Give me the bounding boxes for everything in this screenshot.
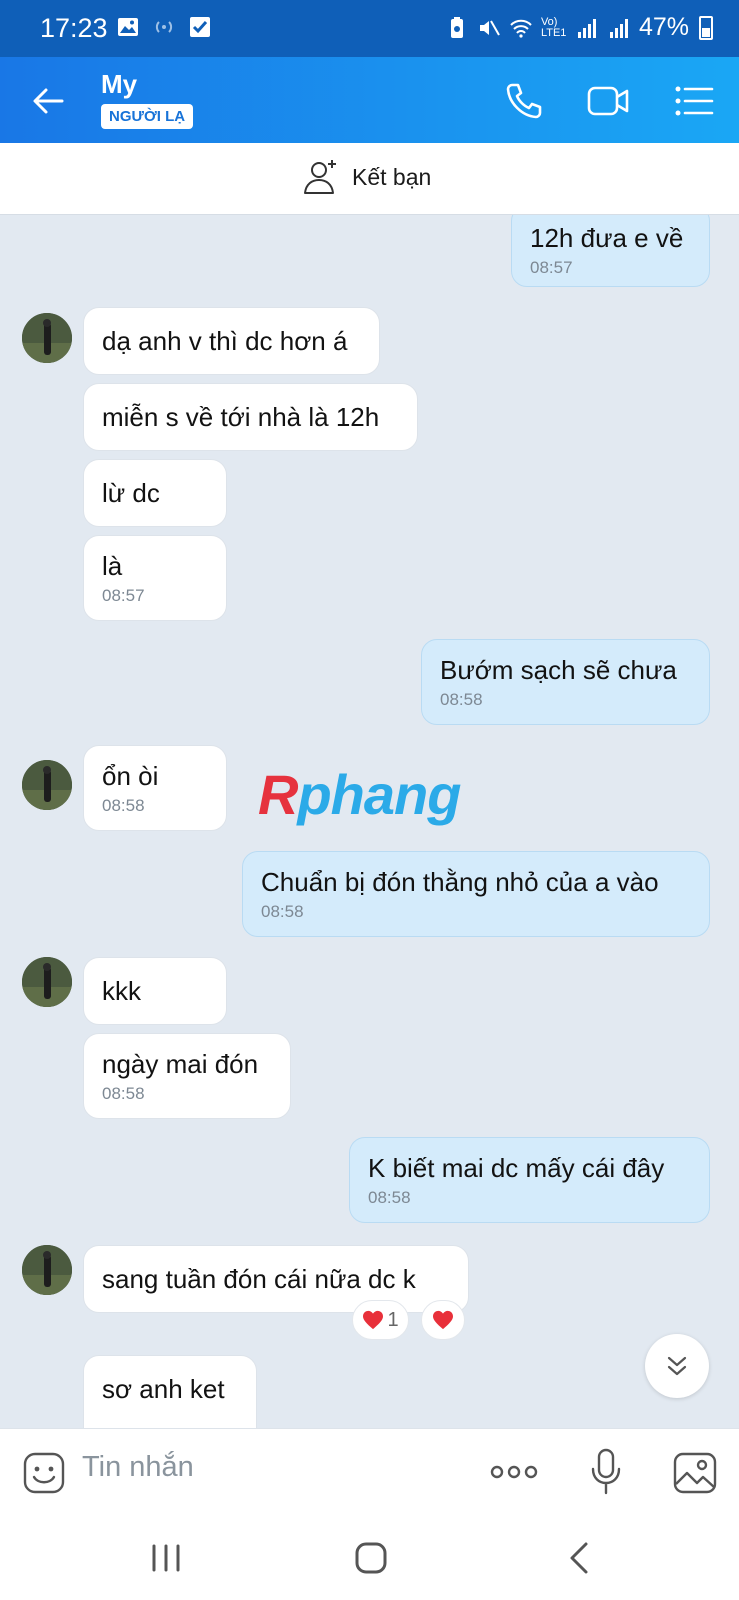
add-user-icon [304, 160, 336, 194]
message-bubble-in[interactable]: sơ anh ket [83, 1355, 257, 1428]
message-bubble-in[interactable]: sang tuần đón cái nữa dc k [83, 1245, 469, 1313]
avatar[interactable] [22, 760, 72, 810]
message-bubble-out[interactable]: K biết mai dc mấy cái đây 08:58 [349, 1137, 710, 1223]
network-label: Vo) LTE1 [540, 15, 567, 39]
recent-apps-icon[interactable] [146, 1540, 186, 1576]
message-input[interactable]: Tin nhắn [82, 1451, 194, 1484]
chat-header: My NGƯỜI LẠ [0, 57, 739, 143]
battery-percent: 47% [638, 13, 689, 41]
status-bar: 17:23 Vo) LTE1 47% [0, 0, 739, 57]
battery-icon [699, 16, 713, 40]
add-friend-label: Kết bạn [352, 163, 432, 190]
add-friend-button[interactable]: Kết bạn [302, 157, 431, 197]
reaction-count-label: 1 [387, 1308, 399, 1331]
scroll-to-bottom-button[interactable] [645, 1334, 709, 1398]
back-nav-icon[interactable] [560, 1540, 600, 1576]
message-bubble-in[interactable]: lừ dc [83, 459, 227, 527]
avatar[interactable] [22, 313, 72, 363]
add-friend-bar: Kết bạn [0, 143, 739, 215]
signal-icon-2 [609, 18, 628, 38]
mute-icon [479, 20, 500, 35]
react-button[interactable] [421, 1300, 465, 1340]
microphone-icon[interactable] [586, 1447, 626, 1497]
reaction-count[interactable]: 1 [352, 1300, 409, 1340]
signal-icon [577, 18, 596, 38]
status-time: 17:23 [40, 13, 108, 43]
avatar[interactable] [22, 1245, 72, 1295]
message-bubble-in[interactable]: là 08:57 [83, 535, 227, 621]
message-bubble-out[interactable]: Bướm sạch sẽ chưa 08:58 [421, 639, 710, 725]
status-system-icons: Vo) LTE1 47% [445, 13, 689, 42]
more-options-icon[interactable] [489, 1457, 539, 1487]
message-bubble-out[interactable]: Chuẩn bị đón thằng nhỏ của a vào 08:58 [242, 851, 710, 937]
message-bubble-in[interactable]: ổn òi 08:58 [83, 745, 227, 831]
hotspot-icon [155, 21, 173, 33]
image-icon[interactable] [672, 1451, 718, 1495]
checkbox-icon [190, 17, 210, 37]
stranger-badge: NGƯỜI LẠ [101, 104, 194, 129]
menu-list-icon[interactable] [672, 79, 716, 123]
message-bubble-in[interactable]: miễn s về tới nhà là 12h [83, 383, 418, 451]
message-bubble-in[interactable]: ngày mai đón 08:58 [83, 1033, 291, 1119]
message-bubble-out[interactable]: 12h đưa e về 08:57 [511, 215, 710, 287]
avatar[interactable] [22, 957, 72, 1007]
wifi-icon [510, 19, 532, 38]
message-bubble-in[interactable]: kkk [83, 957, 227, 1025]
system-nav-bar [0, 1514, 739, 1600]
heart-icon [363, 1310, 384, 1330]
home-icon[interactable] [351, 1540, 391, 1576]
phone-call-icon[interactable] [502, 79, 546, 123]
status-notification-icons [116, 15, 212, 39]
watermark-logo: Rphang [258, 763, 461, 826]
recycle-battery-icon [450, 16, 463, 38]
gallery-icon [118, 18, 138, 36]
message-composer: Tin nhắn [0, 1428, 739, 1514]
emoji-icon[interactable] [22, 1451, 66, 1495]
double-chevron-down-icon [667, 1356, 687, 1376]
message-bubble-in[interactable]: dạ anh v thì dc hơn á [83, 307, 380, 375]
back-button[interactable] [28, 81, 68, 121]
contact-name[interactable]: My [101, 69, 137, 100]
heart-icon [433, 1310, 453, 1330]
video-call-icon[interactable] [586, 79, 630, 123]
